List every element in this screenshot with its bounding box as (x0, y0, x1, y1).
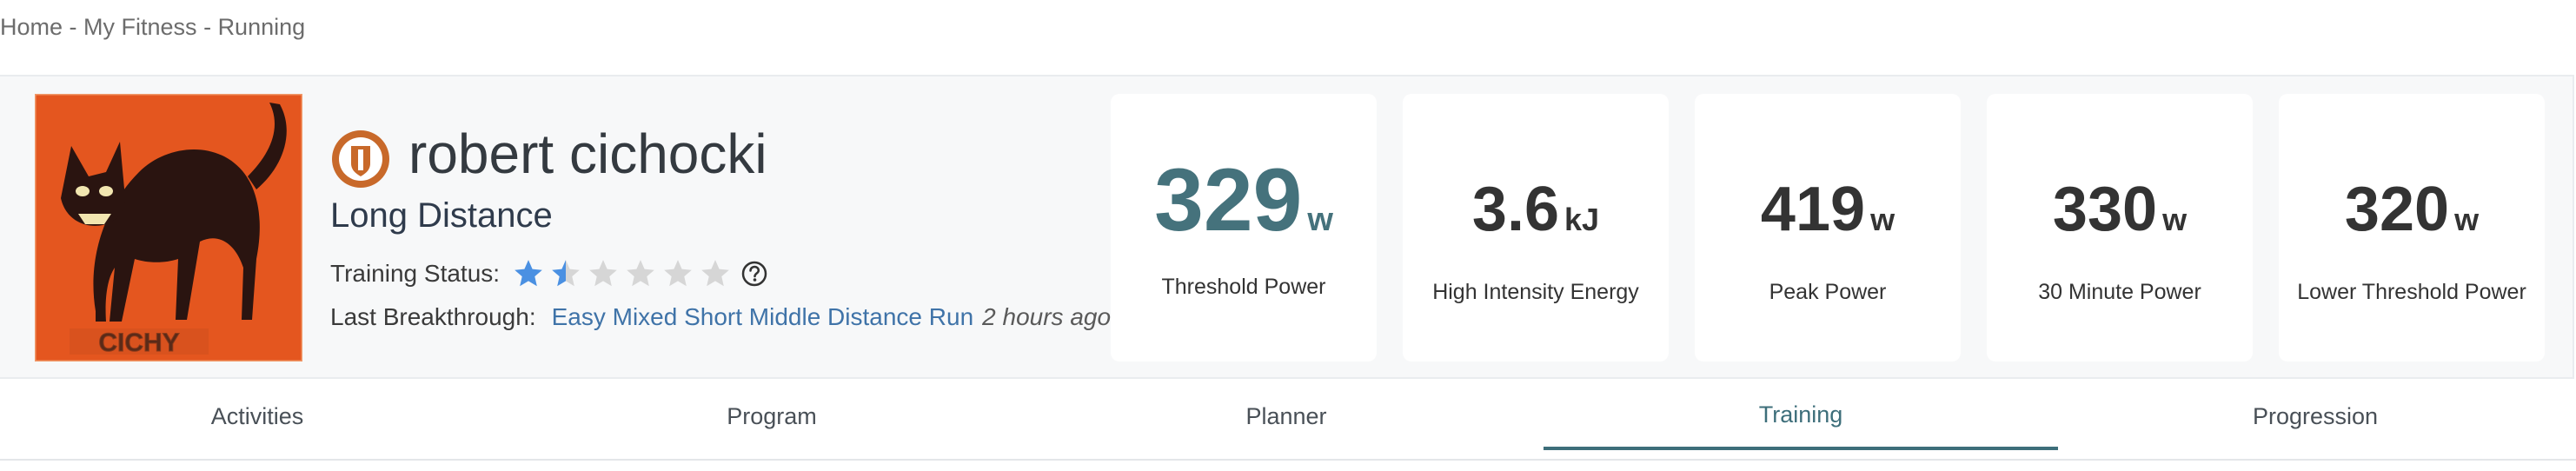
avatar-cichy-text: CICHY (98, 328, 179, 357)
metric-number: 330 (2052, 175, 2158, 244)
metric-unit: w (1307, 202, 1333, 238)
metric-unit: w (2454, 202, 2480, 237)
breadcrumb-my-fitness[interactable]: My Fitness (83, 14, 197, 40)
metric-label: High Intensity Energy (1432, 280, 1639, 304)
metric-value: 3.6 kJ (1403, 174, 1669, 245)
metric-number: 329 (1154, 150, 1303, 249)
tab-planner[interactable]: Planner (1029, 382, 1544, 450)
metric-value: 419 w (1695, 174, 1961, 245)
tab-bar: Activities Program Planner Training Prog… (0, 382, 2576, 461)
tab-training[interactable]: Training (1544, 382, 2058, 450)
tab-progression[interactable]: Progression (2058, 382, 2573, 450)
tab-activities[interactable]: Activities (0, 382, 515, 450)
star-empty-icon (627, 260, 654, 287)
avatar-cat-image: CICHY (35, 94, 302, 362)
training-status-stars (512, 257, 736, 290)
level-badge-icon (332, 130, 389, 188)
metric-unit: kJ (1564, 202, 1600, 237)
star-empty-icon (701, 260, 729, 287)
star-half-icon (552, 260, 580, 287)
metric-card-30-minute-power[interactable]: 330 w 30 Minute Power (1987, 94, 2253, 362)
tab-program[interactable]: Program (515, 382, 1029, 450)
metric-value: 330 w (1987, 174, 2253, 245)
profile-name: robert cichocki (408, 123, 767, 185)
metric-card-peak-power[interactable]: 419 w Peak Power (1695, 94, 1961, 362)
training-status: Training Status: (330, 255, 767, 293)
program-name[interactable]: Long Distance (330, 196, 553, 236)
star-filled-icon (515, 260, 542, 287)
training-status-label: Training Status: (330, 260, 501, 287)
metric-card-lower-threshold-power[interactable]: 320 w Lower Threshold Power (2279, 94, 2545, 362)
breadcrumb-home[interactable]: Home (0, 14, 63, 40)
metric-label: Threshold Power (1161, 275, 1326, 299)
star-empty-icon (664, 260, 692, 287)
metric-label: 30 Minute Power (2038, 280, 2201, 304)
metric-unit: w (2162, 202, 2188, 237)
last-breakthrough-label: Last Breakthrough: (330, 303, 536, 330)
metric-label: Lower Threshold Power (2297, 280, 2526, 304)
metric-card-threshold-power[interactable]: 329 w Threshold Power (1111, 94, 1377, 362)
breadcrumb-separator: - (63, 14, 84, 40)
help-icon[interactable] (741, 261, 767, 287)
metric-label: Peak Power (1769, 280, 1887, 304)
metric-card-high-intensity-energy[interactable]: 3.6 kJ High Intensity Energy (1403, 94, 1669, 362)
last-breakthrough-time: 2 hours ago (982, 303, 1112, 330)
breadcrumb: Home - My Fitness - Running (0, 14, 305, 41)
last-breakthrough-activity-link[interactable]: Easy Mixed Short Middle Distance Run (552, 303, 974, 331)
metric-number: 320 (2344, 175, 2450, 244)
metric-number: 419 (1760, 175, 1866, 244)
profile-header: CICHY robert cichocki Long Distance Trai… (0, 75, 2574, 379)
last-breakthrough: Last Breakthrough: Easy Mixed Short Midd… (330, 298, 1111, 336)
star-empty-icon (589, 260, 617, 287)
metric-unit: w (1870, 202, 1895, 237)
metric-value: 329 w (1111, 149, 1377, 251)
metric-value: 320 w (2279, 174, 2545, 245)
avatar[interactable]: CICHY (35, 94, 302, 362)
breadcrumb-separator: - (196, 14, 218, 40)
metric-number: 3.6 (1471, 175, 1560, 244)
breadcrumb-running: Running (217, 14, 306, 40)
